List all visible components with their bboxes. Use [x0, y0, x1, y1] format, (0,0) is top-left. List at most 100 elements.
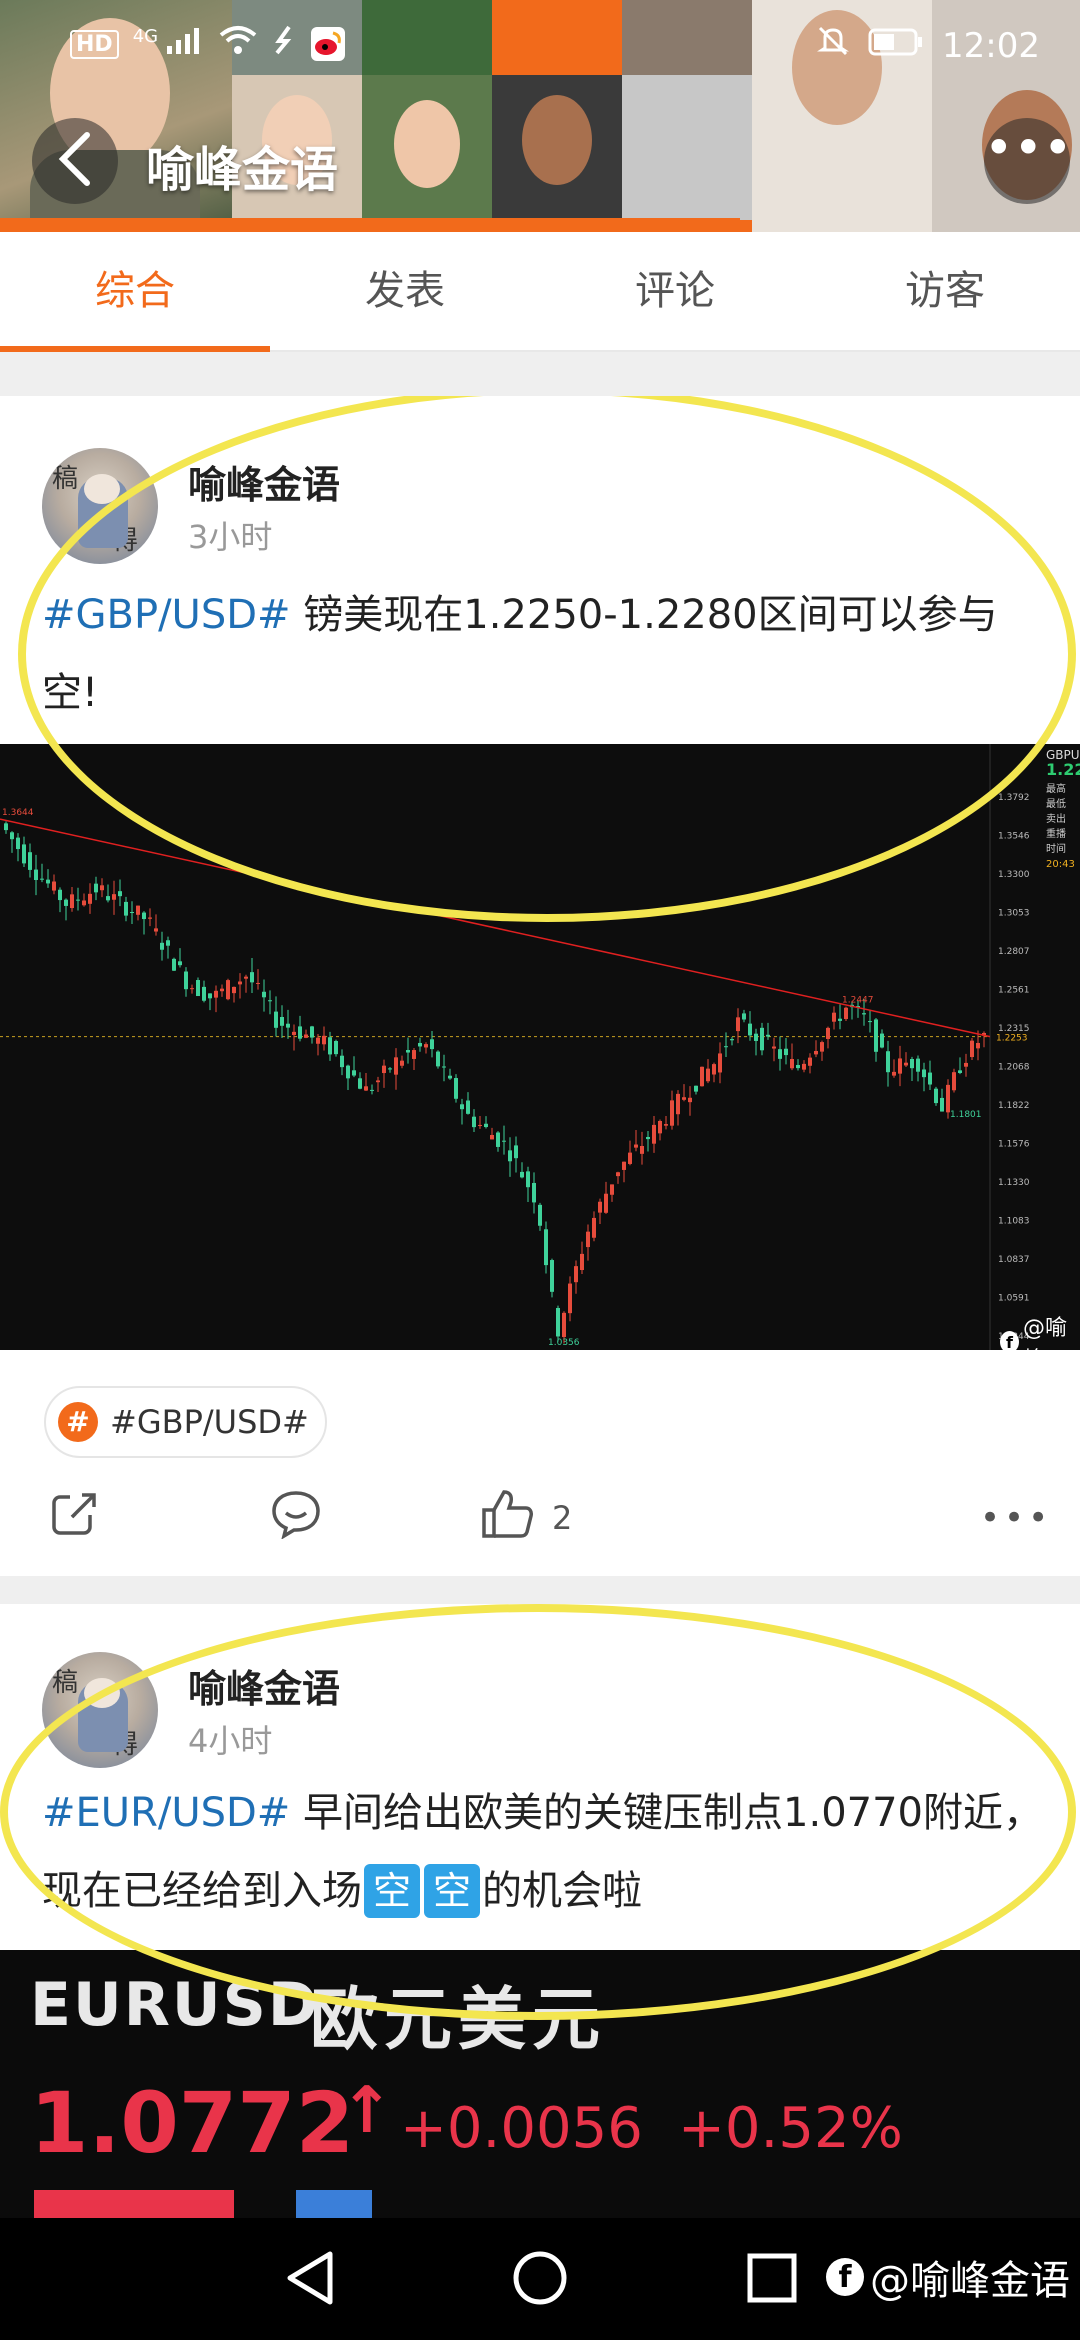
chart-annotation: 1.2253: [996, 1034, 1028, 1044]
tab-posts[interactable]: 发表: [270, 232, 540, 350]
post-author[interactable]: 喻峰金语: [188, 1658, 340, 1713]
quote-badge-red: [34, 2190, 234, 2220]
candle-body: [940, 1097, 944, 1112]
post-image-chart[interactable]: 1.3792 1.3546 1.3300 1.3053 1.2807 1.2561 1.23…: [0, 744, 1080, 1350]
data-arrow-icon: [271, 24, 297, 64]
price-tick-label: 1.3300: [998, 870, 1030, 880]
candle-body: [958, 1070, 962, 1073]
tab-visitors[interactable]: 访客: [810, 232, 1080, 350]
quote-change: +0.0056: [400, 2096, 643, 2161]
candle-body: [364, 1086, 368, 1091]
tab-comments[interactable]: 评论: [540, 232, 810, 350]
candle-body: [142, 912, 146, 920]
candle-body: [406, 1050, 410, 1053]
candle-body: [796, 1064, 800, 1069]
share-icon: [50, 1489, 100, 1547]
candle-body: [748, 1023, 752, 1036]
candle-body: [808, 1057, 812, 1066]
more-options-button[interactable]: •••: [984, 118, 1072, 204]
fb-logo-icon: f: [826, 2258, 864, 2296]
post-author[interactable]: 喻峰金语: [188, 454, 340, 509]
post-body-tail: 的机会啦: [482, 1868, 642, 1914]
candle-body: [916, 1058, 920, 1072]
candle-body: [40, 878, 44, 880]
side-label-2: 卖出: [1046, 814, 1066, 825]
quote-price: 1.0772: [30, 2074, 355, 2172]
candle-body: [664, 1124, 668, 1126]
candle-body: [898, 1058, 902, 1074]
candle-body: [208, 993, 212, 999]
system-nav-bar: f @喻峰金语: [0, 2218, 1080, 2340]
candle-body: [868, 1021, 872, 1023]
price-tick-label: 1.1083: [998, 1217, 1030, 1227]
candle-body: [688, 1097, 692, 1103]
comment-button[interactable]: [270, 1490, 322, 1546]
candle-body: [472, 1116, 476, 1128]
candle-body: [910, 1058, 914, 1069]
candle-body: [766, 1034, 770, 1037]
candle-body: [508, 1150, 512, 1162]
post-card[interactable]: 稿 得 喻峰金语 3小时 #GBP/USD# 镑美现在1.2250-1.2280…: [0, 396, 1080, 1576]
candle-body: [646, 1136, 650, 1140]
candle-body: [340, 1055, 344, 1068]
price-tick-label: 1.1822: [998, 1101, 1030, 1111]
tab-all[interactable]: 综合: [0, 232, 270, 352]
candle-body: [424, 1044, 428, 1048]
side-label-4: 时间: [1046, 844, 1066, 855]
hashtag-icon: #: [58, 1402, 98, 1442]
candle-body: [694, 1085, 698, 1092]
nav-home-button[interactable]: [510, 2248, 570, 2312]
post-image-quote[interactable]: EURUSD 欧元美元 1.0772 ↑ +0.0056 +0.52%: [0, 1950, 1080, 2220]
candle-body: [286, 1023, 290, 1028]
candle-body: [976, 1042, 980, 1049]
candle-body: [466, 1100, 470, 1114]
up-arrow-icon: ↑: [340, 2074, 394, 2148]
candle-body: [310, 1026, 314, 1038]
candle-body: [298, 1026, 302, 1039]
share-button[interactable]: [50, 1490, 100, 1546]
candle-body: [604, 1193, 608, 1213]
back-button[interactable]: [32, 118, 118, 204]
candle-body: [832, 1012, 836, 1022]
price-tick-label: 1.1576: [998, 1140, 1030, 1150]
post-hashtag-link[interactable]: #EUR/USD#: [42, 1790, 290, 1836]
topic-tag[interactable]: # #GBP/USD#: [44, 1386, 327, 1458]
candle-body: [682, 1097, 686, 1100]
avatar[interactable]: 稿 得: [42, 1652, 158, 1768]
candle-body: [892, 1071, 896, 1076]
candle-body: [862, 1013, 866, 1015]
candle-body: [130, 912, 134, 914]
post-more-button[interactable]: •••: [980, 1490, 1052, 1546]
candle-body: [166, 940, 170, 946]
chart-annotation: 1.3644: [2, 808, 34, 818]
candle-body: [784, 1048, 788, 1056]
candle-body: [358, 1078, 362, 1089]
candle-body: [214, 990, 218, 998]
candle-body: [304, 1034, 308, 1038]
candle-body: [676, 1093, 680, 1115]
profile-tabs: 综合 发表 评论 访客: [0, 232, 1080, 352]
candle-body: [652, 1124, 656, 1144]
network-type-label: 4G: [132, 26, 159, 47]
status-bar: HD 4G 12:02: [0, 0, 1080, 90]
candle-body: [934, 1088, 938, 1104]
banner-accent-strip: [0, 218, 740, 232]
candle-body: [346, 1065, 350, 1079]
post-hashtag-link[interactable]: #GBP/USD#: [42, 592, 291, 638]
nav-watermark-text: @喻峰金语: [870, 2258, 1070, 2304]
price-tick-label: 1.3792: [998, 793, 1030, 803]
nav-back-button[interactable]: [284, 2248, 336, 2312]
candle-body: [238, 981, 242, 985]
price-tick-label: 1.3053: [998, 909, 1030, 919]
candle-body: [802, 1063, 806, 1070]
post-time: 4小时: [188, 1722, 273, 1760]
candle-body: [928, 1072, 932, 1085]
avatar[interactable]: 稿 得: [42, 448, 158, 564]
candle-body: [760, 1027, 764, 1051]
nav-recents-button[interactable]: [744, 2248, 800, 2312]
candle-body: [700, 1066, 704, 1087]
emoji-kong: 空: [364, 1864, 420, 1918]
candle-body: [706, 1068, 710, 1082]
candle-body: [376, 1080, 380, 1083]
like-button[interactable]: 2: [480, 1490, 572, 1546]
